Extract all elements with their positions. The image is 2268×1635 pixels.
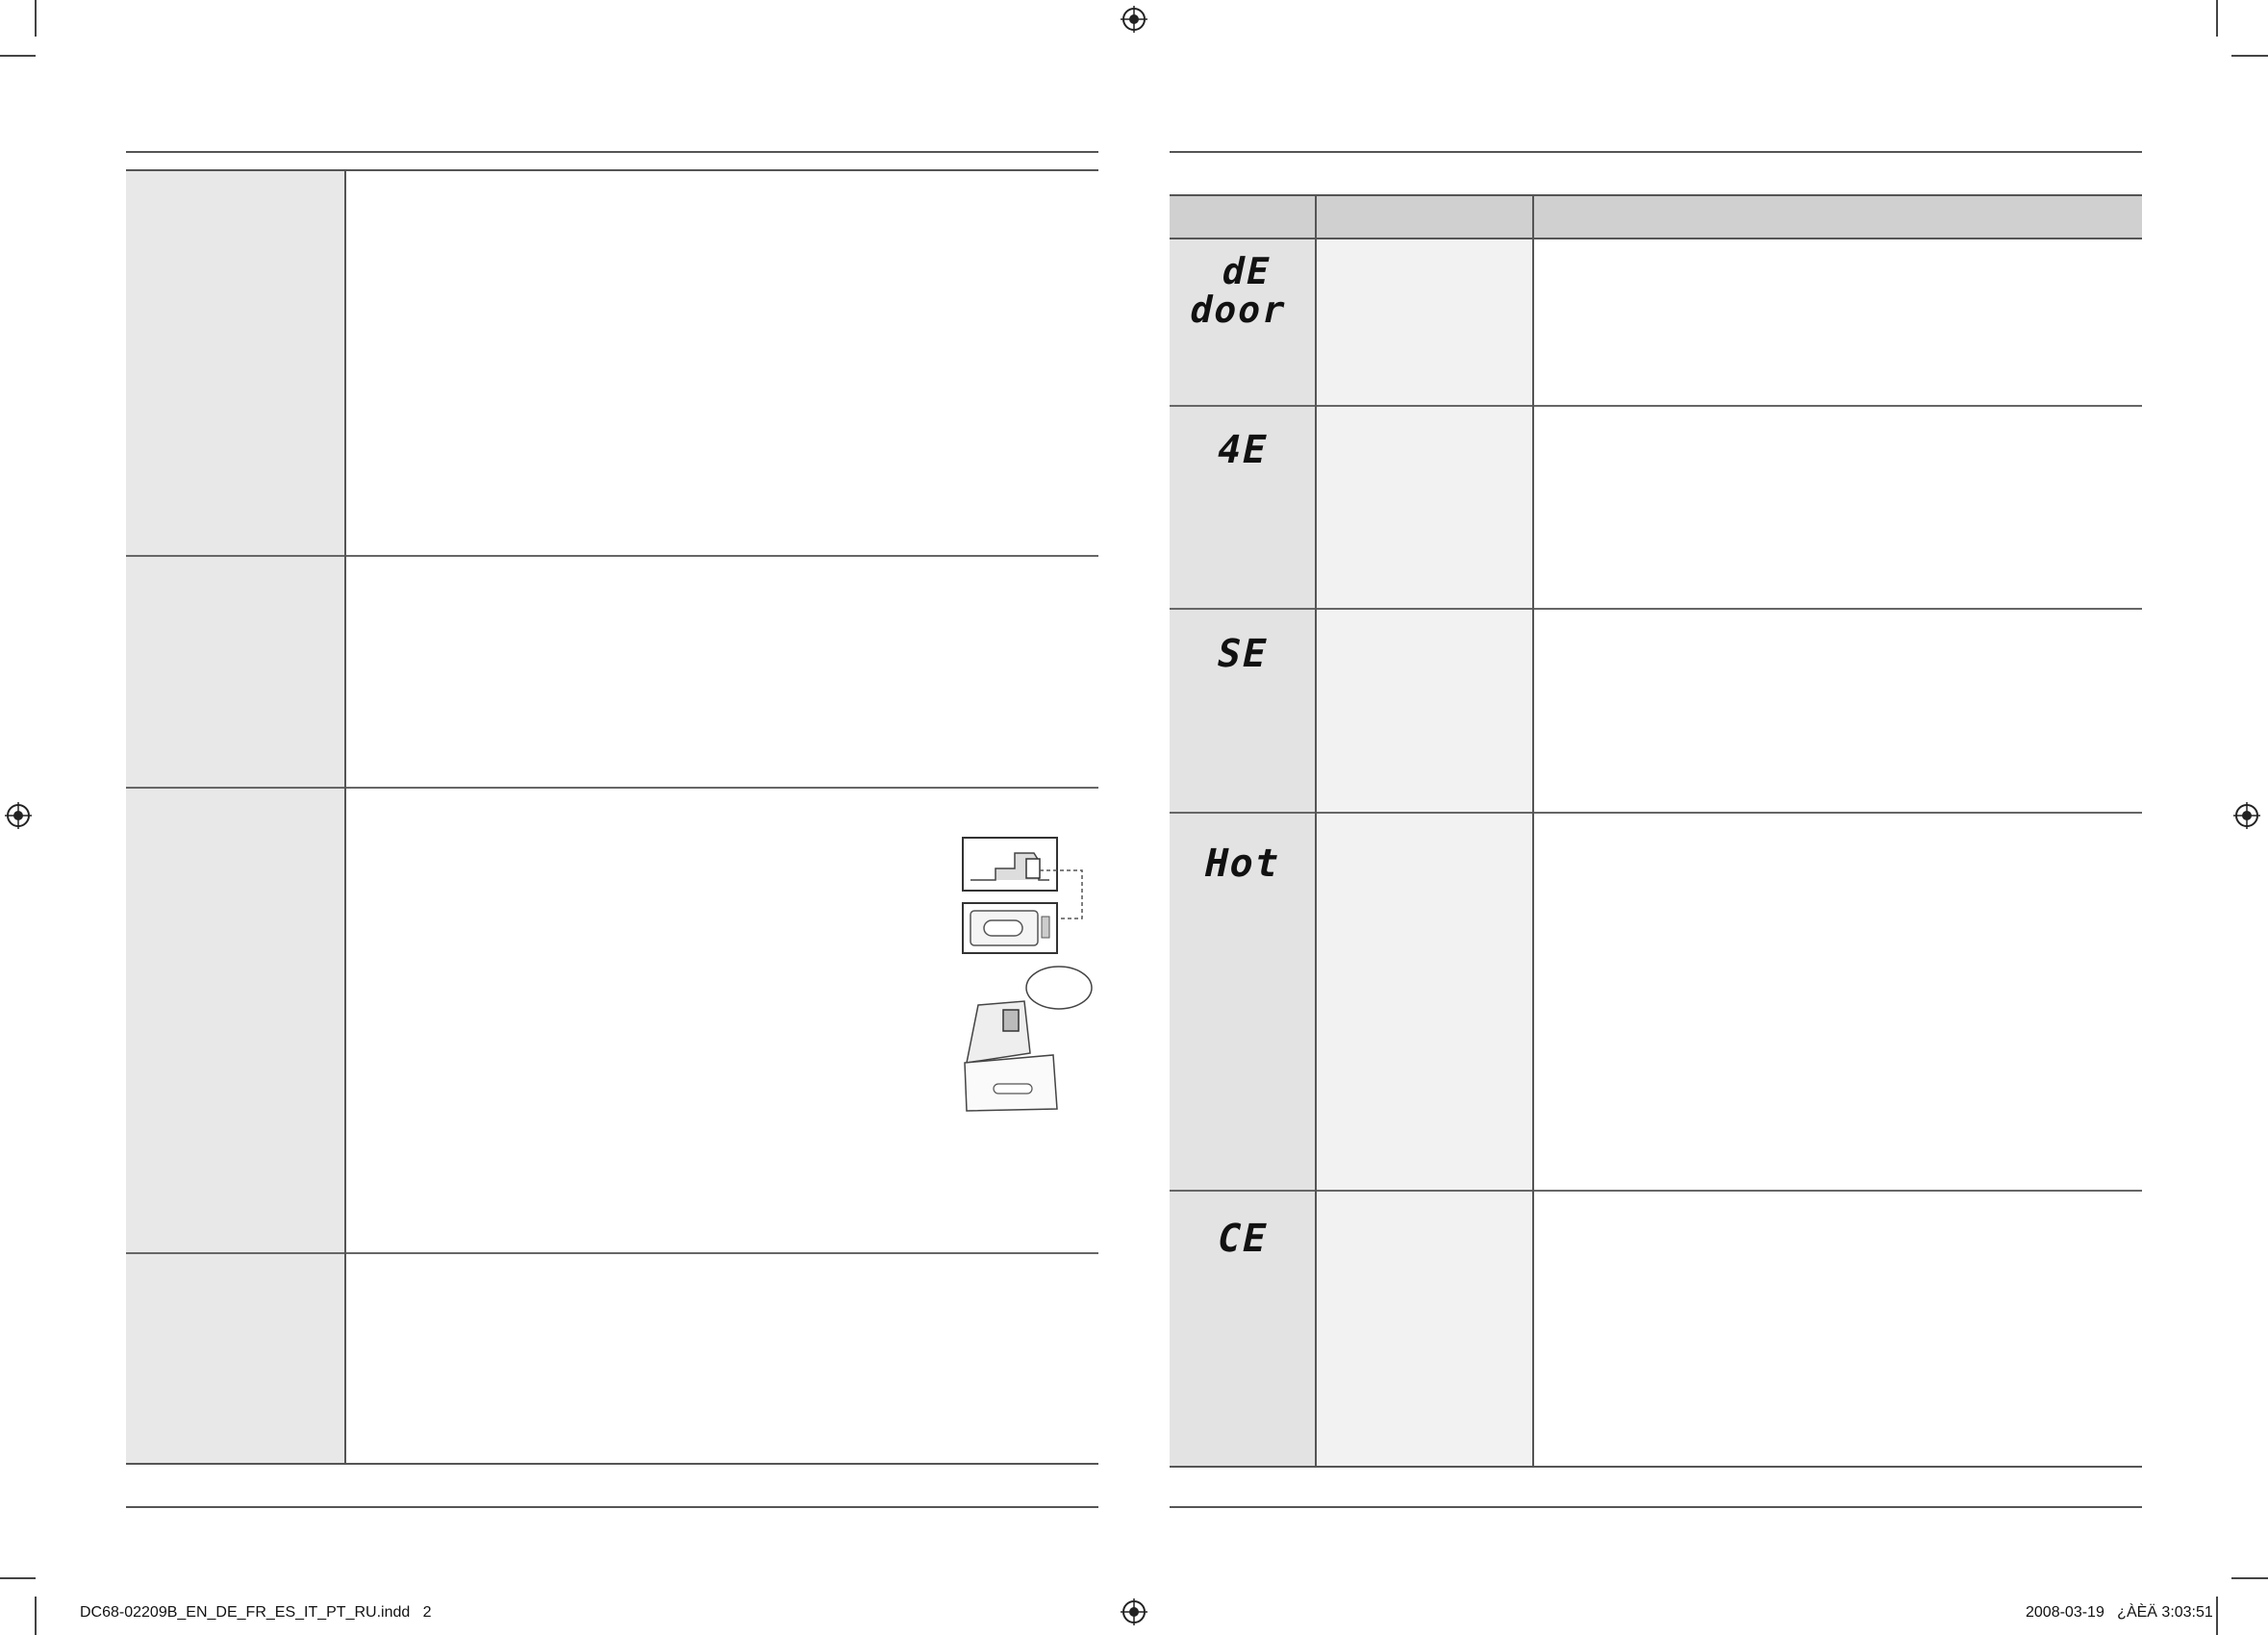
left-row-2-label-cell	[126, 556, 344, 787]
meaning-column	[1316, 239, 1533, 1466]
footer-timestamp: 2008-03-19 ¿ÀÈÄ 3:03:51	[2026, 1604, 2213, 1621]
left-row-divider	[126, 787, 1098, 789]
error-code-de-line2: door	[1186, 289, 1292, 331]
error-code-4e: 4E	[1174, 428, 1310, 472]
registration-mark-icon	[5, 802, 32, 829]
error-code-de: dE door	[1171, 250, 1314, 331]
crop-mark	[2216, 0, 2218, 37]
registration-mark-icon	[1121, 6, 1147, 33]
error-code-ce: CE	[1174, 1217, 1310, 1261]
registration-mark-icon	[1121, 1598, 1147, 1625]
error-code-se-line1: SE	[1213, 632, 1273, 676]
error-code-se: SE	[1174, 632, 1310, 676]
crop-mark	[35, 0, 37, 37]
left-header-rule	[126, 151, 1098, 153]
right-footer-rule	[1170, 1506, 2142, 1508]
footer-file-name: DC68-02209B_EN_DE_FR_ES_IT_PT_RU.indd 2	[80, 1604, 432, 1621]
crop-mark	[35, 1597, 37, 1635]
error-code-4e-line1: 4E	[1213, 428, 1273, 472]
left-row-divider	[126, 1252, 1098, 1254]
error-code-hot: Hot	[1174, 842, 1310, 886]
left-row-4-label-cell	[126, 1253, 344, 1463]
dispenser-illustration	[962, 837, 1093, 1112]
left-footer-rule	[126, 1506, 1098, 1508]
left-table-bottom	[126, 1463, 1098, 1465]
left-column-divider	[344, 169, 346, 1464]
crop-mark	[0, 55, 36, 57]
right-header-rule	[1170, 151, 2142, 153]
crop-mark	[2216, 1597, 2218, 1635]
crop-mark	[2231, 1577, 2268, 1579]
error-code-ce-line1: CE	[1213, 1217, 1273, 1261]
error-code-de-line1: dE	[1218, 250, 1275, 292]
left-row-1-label-cell	[126, 169, 344, 555]
crop-mark	[2231, 55, 2268, 57]
left-table-top	[126, 169, 1098, 171]
registration-mark-icon	[2233, 802, 2260, 829]
left-row-3-label-cell	[126, 788, 344, 1252]
crop-mark	[0, 1577, 36, 1579]
error-column-divider	[1315, 194, 1317, 1467]
left-row-divider	[126, 555, 1098, 557]
error-code-hot-line1: Hot	[1199, 842, 1286, 886]
error-column-divider	[1532, 194, 1534, 1467]
